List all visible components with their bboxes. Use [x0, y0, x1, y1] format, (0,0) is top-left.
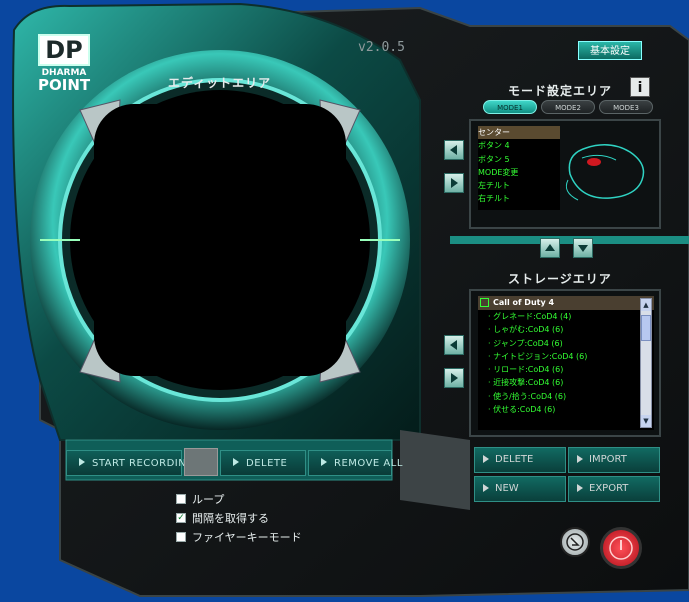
mouse-button-item[interactable]: MODE変更: [478, 166, 560, 179]
storage-item[interactable]: · 伏せる:CoD4 (6): [478, 403, 654, 416]
storage-item[interactable]: · グレネード:CoD4 (4): [478, 310, 654, 323]
play-triangle-icon: [79, 458, 85, 466]
edit-area-title: エディットエリア: [168, 76, 272, 90]
storage-item[interactable]: · 近接攻撃:CoD4 (6): [478, 376, 654, 389]
left-arrow-icon: [450, 340, 457, 350]
import-label: IMPORT: [589, 454, 627, 465]
logo-word-point: POINT: [38, 76, 91, 94]
mouse-illustration: [565, 144, 645, 201]
mode-next-button[interactable]: [444, 173, 464, 193]
up-arrow-icon: [545, 244, 555, 251]
scroll-up-icon[interactable]: ▲: [641, 299, 651, 311]
play-triangle-icon: [577, 484, 583, 492]
interval-checkbox-box[interactable]: ✓: [176, 513, 186, 523]
mouse-button-item[interactable]: 右チルト: [478, 192, 560, 205]
mode1-tab[interactable]: MODE1: [483, 100, 537, 114]
storage-item[interactable]: · リロード:CoD4 (6): [478, 363, 654, 376]
version-label: v2.0.5: [358, 40, 405, 55]
storage-folder-label: Call of Duty 4: [493, 298, 555, 307]
storage-prev-button[interactable]: [444, 335, 464, 355]
export-button[interactable]: EXPORT: [568, 476, 660, 502]
play-triangle-icon: [483, 484, 489, 492]
storage-item[interactable]: · ナイトビジョン:CoD4 (6): [478, 350, 654, 363]
loop-label: ループ: [192, 493, 225, 506]
firekey-checkbox-box[interactable]: [176, 532, 186, 542]
mouse-button-item[interactable]: センター: [478, 126, 560, 140]
storage-list[interactable]: Call of Duty 4 · グレネード:CoD4 (4) · しゃがむ:C…: [478, 296, 654, 430]
down-arrow-icon: [578, 245, 588, 252]
power-icon: [609, 536, 633, 560]
storage-scrollbar[interactable]: ▲ ▼: [640, 298, 652, 428]
play-triangle-icon: [483, 455, 489, 463]
storage-item[interactable]: · ジャンプ:CoD4 (6): [478, 337, 654, 350]
storage-folder-row[interactable]: Call of Duty 4: [478, 296, 654, 310]
minimize-arrow-icon: [566, 533, 584, 551]
storage-delete-label: DELETE: [495, 454, 534, 465]
new-button[interactable]: NEW: [474, 476, 566, 502]
start-recording-label: START RECORDING: [92, 458, 195, 469]
mouse-button-list[interactable]: センター ボタン 4 ボタン 5 MODE変更 左チルト 右チルト: [478, 126, 560, 210]
info-button[interactable]: i: [630, 77, 650, 97]
mouse-button-item[interactable]: ボタン 5: [478, 153, 560, 166]
loop-checkbox-box[interactable]: [176, 494, 186, 504]
storage-delete-button[interactable]: DELETE: [474, 447, 566, 473]
move-up-button[interactable]: [540, 238, 560, 258]
scroll-down-icon[interactable]: ▼: [641, 415, 651, 427]
power-button[interactable]: [600, 527, 642, 569]
mode-prev-button[interactable]: [444, 140, 464, 160]
mode2-tab[interactable]: MODE2: [541, 100, 595, 114]
mode-area-title: モード設定エリア: [508, 84, 613, 98]
right-arrow-icon: [451, 178, 458, 188]
edit-area-canvas[interactable]: [94, 104, 346, 376]
delete-edit-button[interactable]: DELETE: [220, 450, 306, 476]
mouse-button-item[interactable]: 左チルト: [478, 179, 560, 192]
minimize-button[interactable]: [560, 527, 590, 557]
interval-label: 間隔を取得する: [192, 512, 269, 525]
firekey-checkbox[interactable]: ファイヤーキーモード: [176, 529, 302, 545]
firekey-label: ファイヤーキーモード: [192, 531, 302, 544]
loop-checkbox[interactable]: ループ: [176, 491, 224, 507]
app-logo: DP DHARMA POINT: [38, 34, 90, 93]
storage-area-title: ストレージエリア: [508, 272, 612, 286]
interval-checkbox[interactable]: ✓ 間隔を取得する: [176, 510, 269, 526]
storage-item[interactable]: · しゃがむ:CoD4 (6): [478, 323, 654, 336]
mouse-button-item[interactable]: ボタン 4: [478, 139, 560, 152]
storage-item[interactable]: · 使う/拾う:CoD4 (6): [478, 390, 654, 403]
start-recording-button[interactable]: START RECORDING: [66, 450, 194, 476]
delete-edit-label: DELETE: [246, 458, 288, 469]
storage-next-button[interactable]: [444, 368, 464, 388]
export-label: EXPORT: [589, 483, 629, 494]
basic-settings-button[interactable]: 基本設定: [578, 41, 642, 60]
play-triangle-icon: [321, 458, 327, 466]
folder-icon: [480, 298, 489, 307]
play-triangle-icon: [233, 458, 239, 466]
remove-all-button[interactable]: REMOVE ALL: [308, 450, 402, 476]
move-down-button[interactable]: [573, 238, 593, 258]
left-arrow-icon: [450, 145, 457, 155]
play-triangle-icon: [577, 455, 583, 463]
logo-mark: DP: [38, 34, 90, 66]
mode3-tab[interactable]: MODE3: [599, 100, 653, 114]
right-arrow-icon: [451, 373, 458, 383]
scroll-thumb[interactable]: [641, 315, 651, 341]
new-label: NEW: [495, 483, 519, 494]
remove-all-label: REMOVE ALL: [334, 458, 403, 469]
record-indicator-slot: [184, 448, 218, 476]
import-button[interactable]: IMPORT: [568, 447, 660, 473]
